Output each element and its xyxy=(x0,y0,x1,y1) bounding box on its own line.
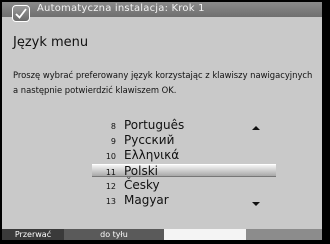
language-name: Polski xyxy=(124,164,159,178)
language-number: 13 xyxy=(105,197,116,206)
instruction-text: Proszę wybrać preferowany język korzysta… xyxy=(13,70,313,95)
page-title: Język menu xyxy=(13,35,89,50)
white-key-indicator xyxy=(164,229,246,240)
language-item[interactable]: 12 Česky xyxy=(92,178,276,192)
title-bar: Automatyczna instalacja: Krok 1 xyxy=(2,2,322,17)
language-name: Magyar xyxy=(124,193,169,207)
language-number: 8 xyxy=(110,122,116,131)
language-number: 11 xyxy=(105,168,116,177)
language-name: Русский xyxy=(124,133,175,147)
installation-screen: Automatyczna instalacja: Krok 1 Język me… xyxy=(2,2,322,240)
footer-bar: Przerwać do tyłu xyxy=(2,229,322,240)
language-item[interactable]: 13 Magyar xyxy=(92,193,276,207)
language-name: Česky xyxy=(124,178,160,192)
language-item[interactable]: 10 Ελληνικά xyxy=(92,148,276,162)
language-item[interactable]: 8 Português xyxy=(92,118,276,132)
abort-button[interactable]: Przerwać xyxy=(2,229,64,240)
window-title: Automatyczna instalacja: Krok 1 xyxy=(37,3,205,14)
language-number: 12 xyxy=(105,182,116,191)
language-name: Ελληνικά xyxy=(124,148,180,162)
language-number: 10 xyxy=(105,152,116,161)
back-button[interactable]: do tyłu xyxy=(64,229,164,240)
language-item-selected[interactable]: 11 Polski xyxy=(92,164,276,178)
language-number: 9 xyxy=(110,137,116,146)
language-item[interactable]: 9 Русский xyxy=(92,133,276,147)
language-name: Português xyxy=(124,118,185,132)
gray-key-indicator xyxy=(246,229,322,240)
checkmark-logo-icon xyxy=(12,5,30,22)
